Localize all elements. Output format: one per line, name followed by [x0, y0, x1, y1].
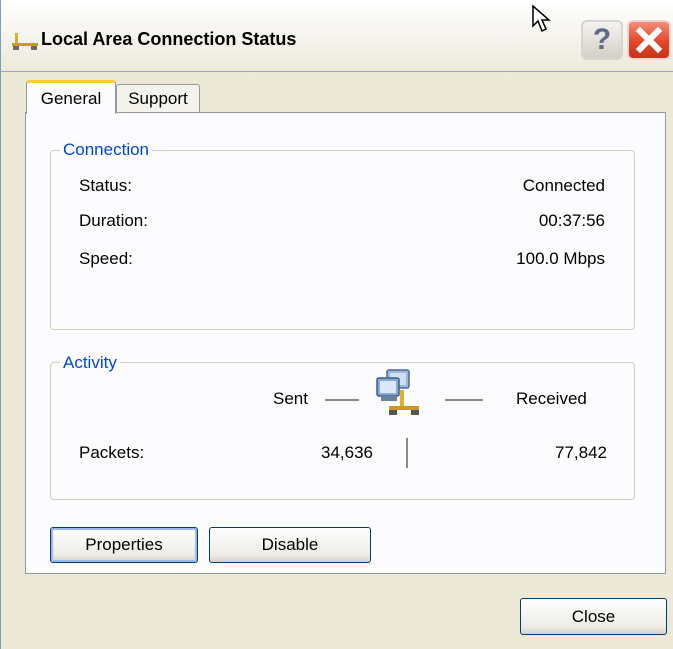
sent-connector-line: [325, 399, 359, 401]
packets-received-value: 77,842: [555, 443, 607, 462]
close-button[interactable]: Close: [520, 598, 667, 635]
packets-label: Packets:: [79, 443, 145, 462]
packets-sent-value: 34,636: [321, 443, 373, 462]
connection-group-title: Connection: [60, 140, 153, 160]
tab-general[interactable]: General: [26, 80, 116, 114]
received-connector-line: [445, 399, 483, 401]
received-label: Received: [516, 389, 587, 408]
dialog-window: Local Area Connection Status ? General S…: [0, 0, 673, 649]
packets-divider: [406, 438, 408, 468]
sent-label: Sent: [273, 389, 308, 408]
duration-value: 00:37:56: [538, 211, 605, 230]
duration-label: Duration:: [79, 211, 148, 230]
title-divider: [1, 71, 673, 72]
help-button[interactable]: ?: [581, 20, 623, 60]
tab-support[interactable]: Support: [116, 84, 200, 112]
activity-group-title: Activity: [60, 353, 120, 373]
disable-button[interactable]: Disable: [209, 527, 371, 563]
status-label: Status:: [79, 176, 132, 195]
activity-group: [50, 362, 635, 500]
network-connection-icon: [12, 33, 38, 50]
window-title: Local Area Connection Status: [41, 29, 297, 49]
status-value: Connected: [522, 176, 605, 195]
title-close-button[interactable]: [627, 20, 671, 60]
title-bar[interactable]: Local Area Connection Status ?: [1, 0, 673, 74]
speed-label: Speed:: [79, 249, 133, 268]
properties-button[interactable]: Properties: [50, 527, 198, 563]
close-icon: [635, 26, 663, 54]
mouse-cursor-icon: [532, 4, 551, 33]
speed-value: 100.0 Mbps: [516, 249, 605, 268]
network-computers-icon: [376, 369, 419, 415]
